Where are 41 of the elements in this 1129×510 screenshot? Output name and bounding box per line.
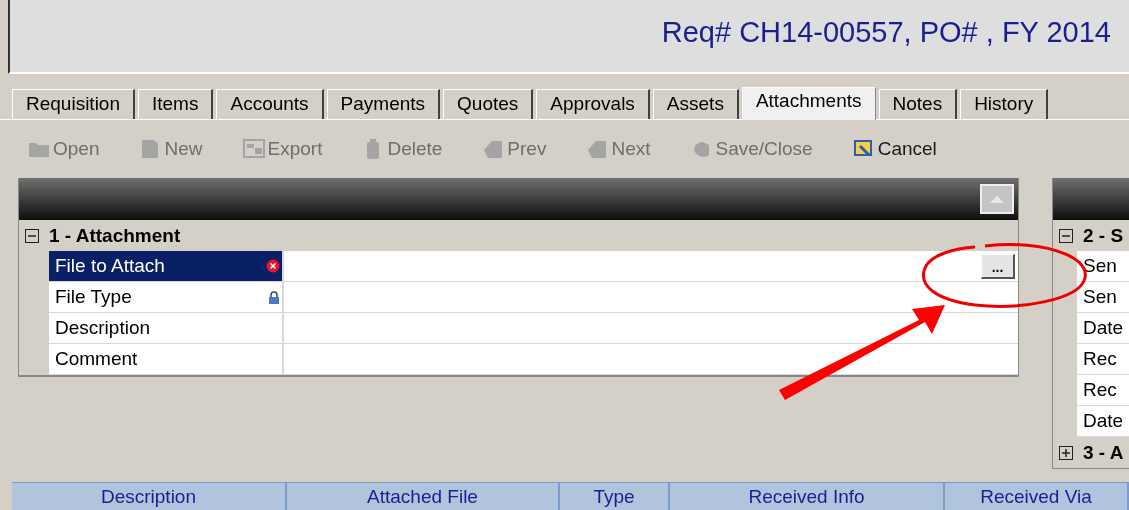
tab[interactable]: Requisition bbox=[12, 89, 135, 119]
value-field[interactable] bbox=[284, 344, 1018, 374]
browse-button[interactable]: ... bbox=[981, 253, 1015, 279]
section-title: 3 - A bbox=[1083, 441, 1124, 464]
page-arrow-icon bbox=[586, 138, 609, 160]
tab[interactable]: History bbox=[960, 89, 1049, 119]
property-label[interactable]: Date bbox=[1077, 406, 1129, 437]
section-title: 1 - Attachment bbox=[49, 224, 181, 247]
column-header[interactable]: Received Via bbox=[945, 483, 1129, 510]
error-icon bbox=[266, 259, 280, 273]
window-icon bbox=[242, 138, 265, 160]
value-field[interactable] bbox=[284, 313, 1018, 343]
property-label[interactable]: Description bbox=[49, 313, 284, 343]
property-label[interactable]: Rec bbox=[1077, 375, 1129, 406]
tab[interactable]: Items bbox=[138, 89, 214, 119]
column-header[interactable]: Type bbox=[560, 483, 670, 510]
page-arrow-icon bbox=[482, 138, 505, 160]
tab[interactable]: Quotes bbox=[443, 89, 534, 119]
property-label[interactable]: File to Attach bbox=[49, 251, 284, 281]
property-label[interactable]: Date bbox=[1077, 313, 1129, 344]
tab[interactable]: Notes bbox=[878, 89, 958, 119]
window-title: Req# CH14-00557, PO# , FY 2014 bbox=[661, 15, 1111, 50]
property-label[interactable]: Sen bbox=[1077, 251, 1129, 282]
tab[interactable]: Payments bbox=[326, 89, 441, 119]
tab[interactable]: Accounts bbox=[216, 89, 324, 119]
tab[interactable]: Attachments bbox=[741, 87, 876, 120]
property-label[interactable]: Sen bbox=[1077, 282, 1129, 313]
up-arrow-icon bbox=[989, 194, 1005, 204]
lock-icon bbox=[268, 290, 280, 304]
tab[interactable]: Assets bbox=[652, 89, 739, 119]
section-title: 2 - S bbox=[1083, 224, 1124, 247]
value-field[interactable] bbox=[284, 282, 1018, 312]
column-header[interactable]: Attached File bbox=[287, 483, 560, 510]
tab[interactable]: Approvals bbox=[536, 89, 650, 119]
property-label[interactable]: Rec bbox=[1077, 344, 1129, 375]
toolbar-button[interactable]: Cancel bbox=[850, 130, 939, 168]
column-header[interactable]: Received Info bbox=[670, 483, 945, 510]
value-field[interactable]: ... bbox=[284, 251, 1018, 281]
property-label[interactable]: Comment bbox=[49, 344, 284, 374]
column-header[interactable]: Description bbox=[12, 483, 287, 510]
property-label[interactable]: File Type bbox=[49, 282, 284, 312]
